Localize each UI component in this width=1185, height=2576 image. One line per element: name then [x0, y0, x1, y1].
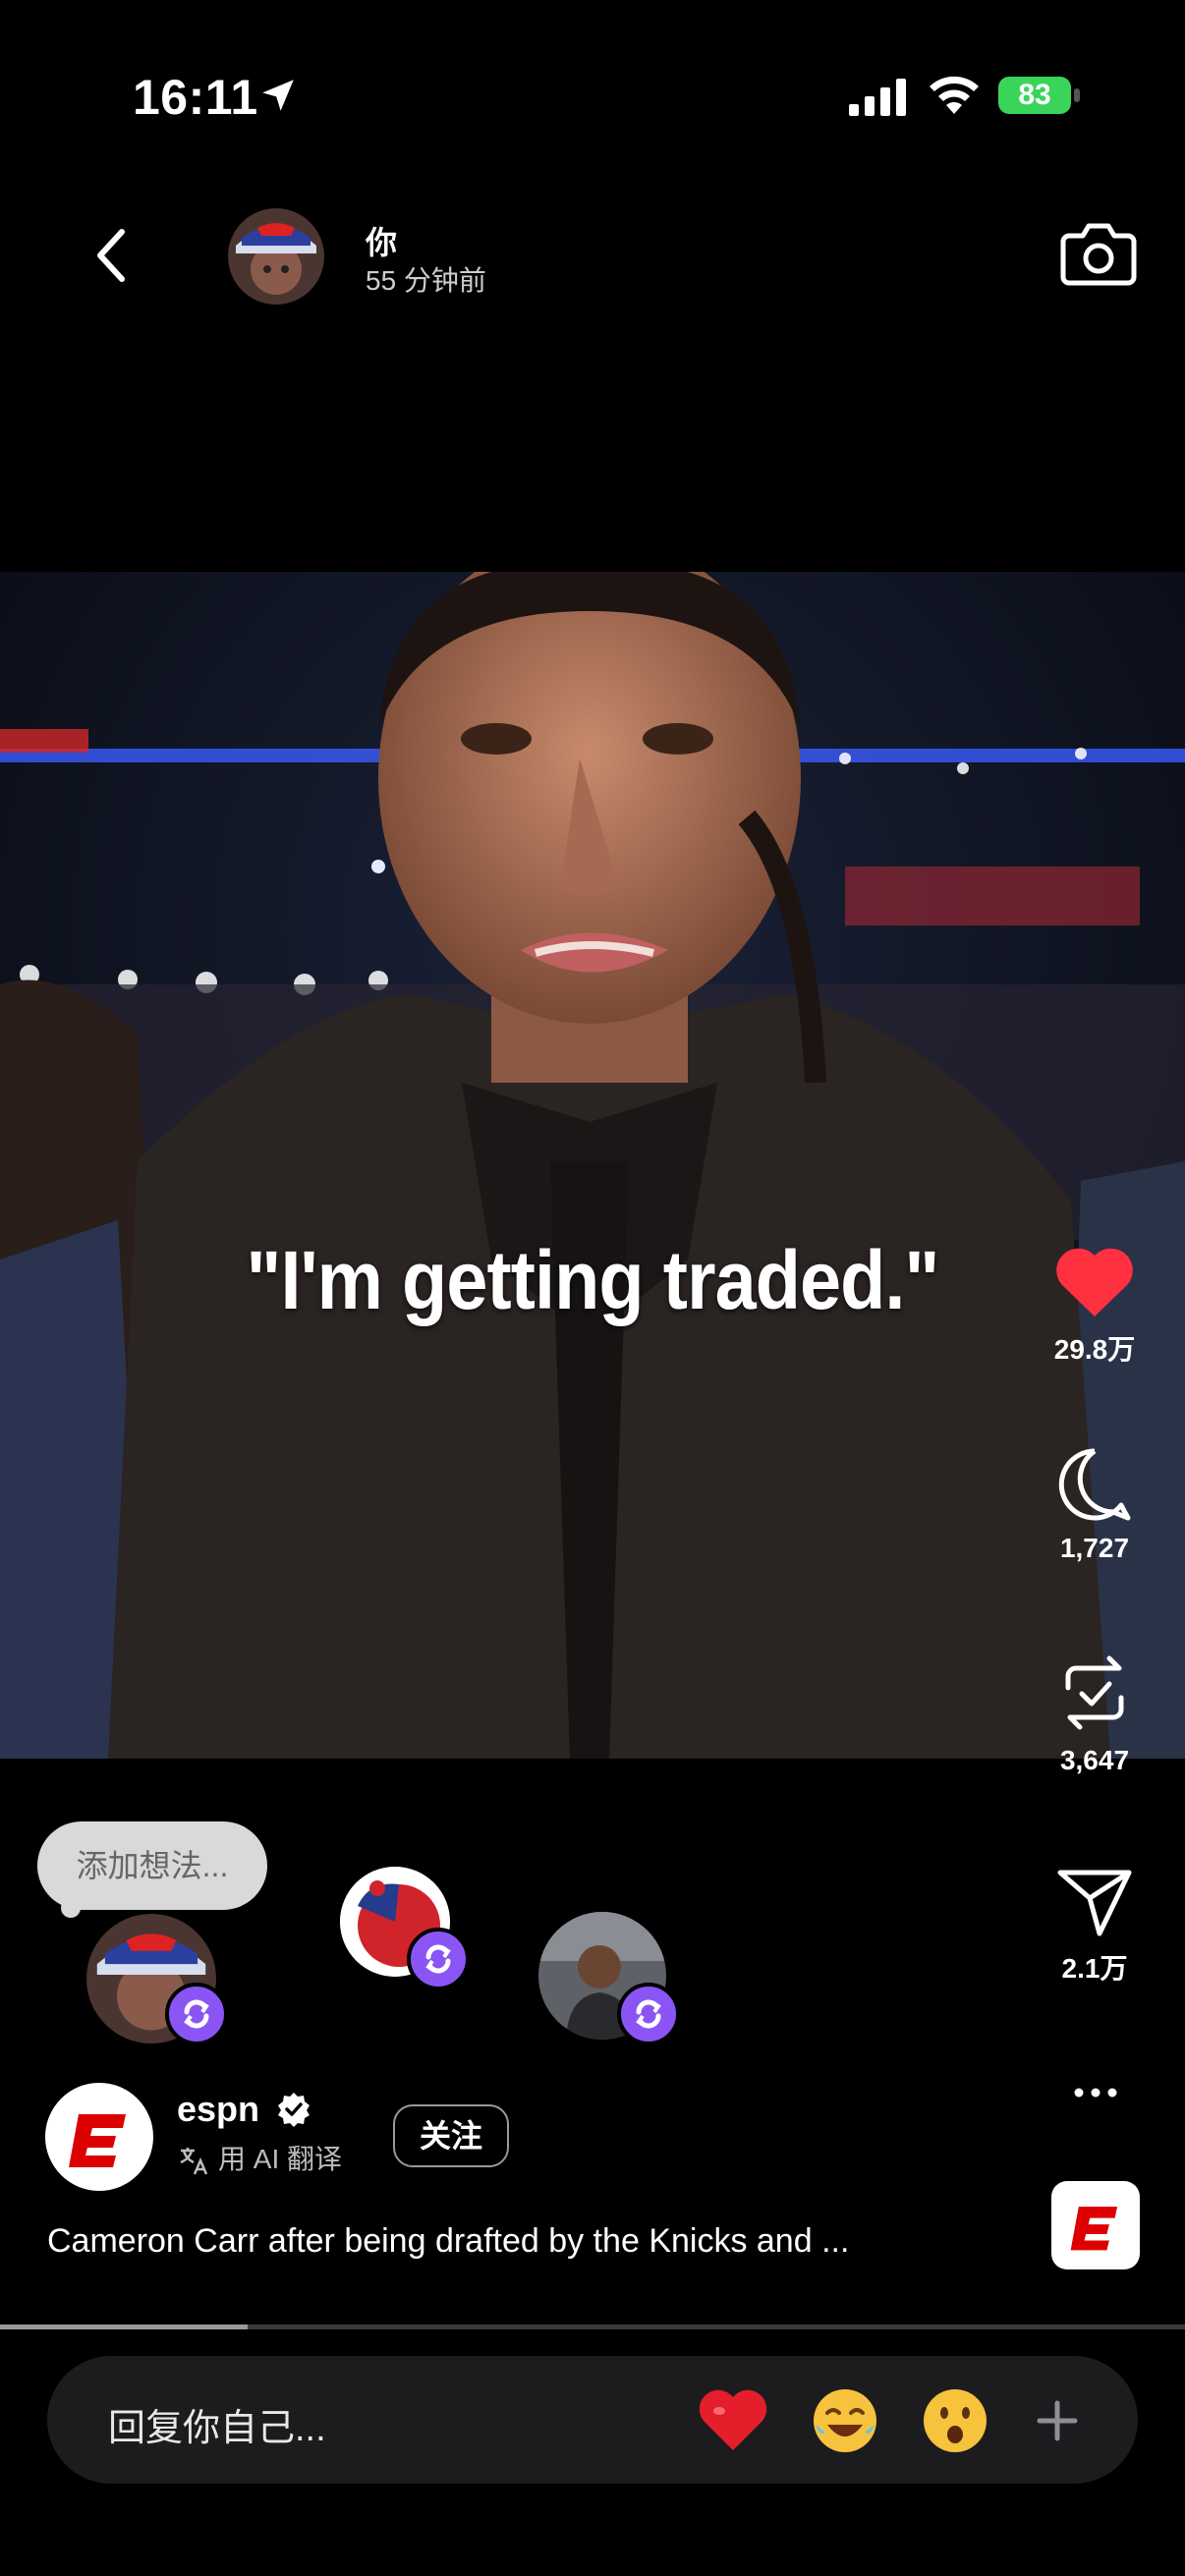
- send-icon: [1057, 1870, 1132, 1936]
- follow-button[interactable]: 关注: [393, 2104, 509, 2167]
- verified-badge-icon: [278, 2093, 310, 2127]
- wifi-icon: [930, 76, 979, 114]
- repost-count: 3,647: [1059, 1745, 1130, 1775]
- espn-logo-icon: [69, 2114, 126, 2167]
- battery-indicator: 83: [998, 75, 1081, 116]
- video-caption: "I'm getting traded.": [246, 1234, 939, 1326]
- share-count: 2.1万: [1061, 1953, 1128, 1984]
- translate-link[interactable]: 用 AI 翻译: [177, 2138, 342, 2178]
- espn-avatar[interactable]: [45, 2083, 153, 2191]
- video-player[interactable]: [0, 572, 1185, 1759]
- repost-badge: [165, 1983, 228, 2045]
- comment-action[interactable]: 1,727: [1026, 1446, 1163, 1564]
- like-action[interactable]: 29.8万: [1026, 1246, 1163, 1368]
- reply-input[interactable]: 回复你自己...: [108, 2397, 326, 2451]
- username: 你: [366, 225, 398, 260]
- status-time: 16:11: [133, 70, 258, 125]
- surprised-emoji-icon[interactable]: [916, 2381, 994, 2460]
- comment-count: 1,727: [1059, 1533, 1130, 1563]
- more-options-icon[interactable]: [1071, 2073, 1120, 2112]
- camera-icon[interactable]: [1059, 220, 1138, 287]
- user-avatar[interactable]: [228, 208, 324, 305]
- comment-icon: [1058, 1448, 1131, 1521]
- account-name[interactable]: espn: [177, 2089, 259, 2130]
- post-description[interactable]: Cameron Carr after being drafted by the …: [47, 2222, 849, 2261]
- location-arrow-icon: [262, 80, 294, 111]
- repost-action[interactable]: 3,647: [1026, 1651, 1163, 1776]
- repost-badge: [407, 1928, 470, 1990]
- heart-reaction-icon[interactable]: [694, 2381, 772, 2460]
- repost-icon: [1065, 1655, 1124, 1730]
- espn-logo-icon: [1070, 2207, 1118, 2251]
- back-button[interactable]: [86, 224, 141, 287]
- translate-icon: [180, 2147, 208, 2175]
- laughing-emoji-icon[interactable]: [806, 2381, 884, 2460]
- repost-badge: [617, 1983, 680, 2045]
- translate-label: 用 AI 翻译: [218, 2144, 343, 2174]
- add-reaction-icon[interactable]: [1018, 2381, 1097, 2460]
- cellular-signal-icon: [849, 79, 906, 116]
- video-progress-fill: [0, 2324, 248, 2329]
- heart-icon: [1056, 1248, 1133, 1316]
- battery-level: 83: [1018, 79, 1051, 111]
- espn-audio-thumbnail[interactable]: [1051, 2181, 1140, 2269]
- share-action[interactable]: 2.1万: [1026, 1867, 1163, 1987]
- video-frame: [0, 572, 1185, 1759]
- post-timestamp: 55 分钟前: [366, 265, 486, 296]
- avatar-image: [228, 208, 324, 305]
- like-count: 29.8万: [1053, 1334, 1136, 1365]
- add-thought-bubble[interactable]: 添加想法...: [37, 1821, 267, 1910]
- bubble-tail: [61, 1898, 81, 1918]
